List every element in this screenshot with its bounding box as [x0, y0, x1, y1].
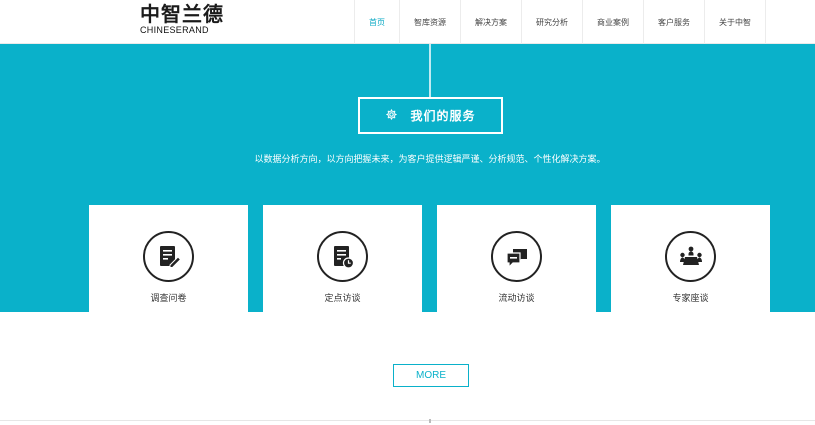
nav-item-customer-service[interactable]: 客户服务 [643, 0, 704, 44]
chat-bubbles-icon [491, 231, 542, 282]
service-card-label: 流动访谈 [498, 294, 535, 304]
nav-item-think-tank[interactable]: 智库资源 [399, 0, 460, 44]
logo-english-name: CHINESERAND [140, 25, 209, 36]
nav-item-cases[interactable]: 商业案例 [582, 0, 643, 44]
nav-item-home[interactable]: 首页 [354, 0, 399, 44]
service-cards: 调查问卷 定点访谈 流动访谈 专家座谈 [89, 205, 771, 312]
nav-item-solutions[interactable]: 解决方案 [460, 0, 521, 44]
meeting-table-icon [665, 231, 716, 282]
section-title-box: 我们的服务 [358, 97, 503, 134]
divider-line [429, 44, 431, 97]
section-title: 我们的服务 [410, 109, 476, 123]
logo[interactable]: 中智兰德 CHINESERAND [140, 2, 230, 40]
service-card-label: 专家座谈 [672, 294, 709, 304]
service-card-label: 调查问卷 [150, 294, 187, 304]
nav-item-about[interactable]: 关于中智 [704, 0, 766, 44]
service-card-fixed-interview[interactable]: 定点访谈 [263, 205, 422, 312]
service-card-expert-panel[interactable]: 专家座谈 [611, 205, 770, 312]
main-nav: 首页 智库资源 解决方案 研究分析 商业案例 客户服务 关于中智 [354, 0, 766, 44]
questionnaire-icon [143, 231, 194, 282]
footer-divider-tick [429, 419, 431, 423]
section-subtitle: 以数据分析方向，以方向把握未来，为客户提供逻辑严谨、分析规范、个性化解决方案。 [254, 155, 606, 165]
service-card-mobile-interview[interactable]: 流动访谈 [437, 205, 596, 312]
service-card-label: 定点访谈 [324, 294, 361, 304]
site-header: 中智兰德 CHINESERAND 首页 智库资源 解决方案 研究分析 商业案例 … [0, 0, 815, 44]
service-card-questionnaire[interactable]: 调查问卷 [89, 205, 248, 312]
footer-divider [0, 420, 815, 421]
more-button[interactable]: MORE [393, 364, 469, 387]
gear-icon [385, 106, 398, 125]
logo-chinese-name: 中智兰德 [140, 2, 224, 26]
nav-item-research[interactable]: 研究分析 [521, 0, 582, 44]
document-clock-icon [317, 231, 368, 282]
